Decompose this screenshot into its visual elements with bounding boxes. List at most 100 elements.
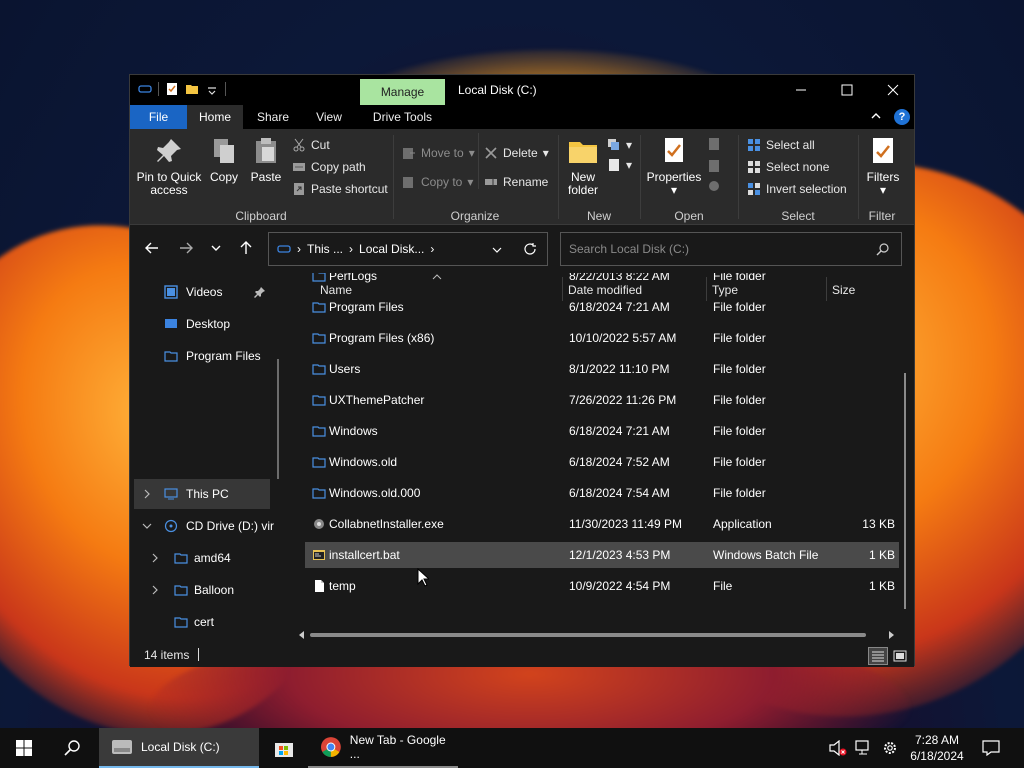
taskbar-file-explorer[interactable]: Local Disk (C:) xyxy=(99,728,259,768)
taskbar-store[interactable] xyxy=(262,728,306,768)
breadcrumb-this-pc[interactable]: This ... xyxy=(307,242,343,256)
select-all-button[interactable]: Select all xyxy=(747,135,815,155)
copy-button[interactable]: Copy xyxy=(206,135,242,184)
network-button[interactable] xyxy=(852,728,876,768)
address-dropdown-icon[interactable] xyxy=(491,244,503,256)
copy-path-button[interactable]: Copy path xyxy=(292,157,366,177)
forward-arrow-icon[interactable] xyxy=(178,240,194,256)
windows-logo-icon xyxy=(16,740,32,756)
scroll-left-icon[interactable] xyxy=(298,631,306,639)
file-row[interactable]: Users 8/1/2022 11:10 PM File folder xyxy=(305,356,899,382)
tab-view[interactable]: View xyxy=(306,105,352,129)
nav-pane-scrollbar[interactable] xyxy=(277,359,279,479)
minimize-button[interactable] xyxy=(778,75,824,105)
taskbar-chrome[interactable]: New Tab - Google ... xyxy=(308,728,458,768)
close-button[interactable] xyxy=(870,75,916,105)
chevron-right-icon[interactable] xyxy=(142,489,152,499)
file-list-vertical-scrollbar[interactable] xyxy=(904,373,906,609)
file-type: File folder xyxy=(713,362,766,376)
details-view-button[interactable] xyxy=(868,647,888,665)
file-row[interactable]: temp 10/9/2022 4:54 PM File 1 KB xyxy=(305,573,899,599)
file-row[interactable]: Windows 6/18/2024 7:21 AM File folder xyxy=(305,418,899,444)
maximize-button[interactable] xyxy=(824,75,870,105)
rename-button[interactable]: Rename xyxy=(484,172,548,192)
tab-home[interactable]: Home xyxy=(187,105,243,129)
file-row[interactable]: installcert.bat 12/1/2023 4:53 PM Windows … xyxy=(305,542,899,568)
title-bar[interactable]: Manage Local Disk (C:) xyxy=(130,75,916,109)
drive-address-icon xyxy=(277,245,291,253)
notifications-button[interactable] xyxy=(978,728,1004,768)
tab-file[interactable]: File xyxy=(130,105,187,129)
history-icon[interactable] xyxy=(707,179,721,193)
pin-icon xyxy=(157,139,181,162)
new-item-button[interactable]: ▾ xyxy=(607,135,632,155)
nav-item-balloon[interactable]: Balloon xyxy=(134,575,270,605)
large-icons-view-button[interactable] xyxy=(890,647,910,665)
nav-item-program-files[interactable]: Program Files xyxy=(134,341,270,371)
file-name: Program Files xyxy=(329,300,404,314)
select-none-button[interactable]: Select none xyxy=(747,157,829,177)
nav-item-amd64[interactable]: amd64 xyxy=(134,543,270,573)
nav-item-videos[interactable]: Videos xyxy=(134,277,270,307)
address-bar[interactable]: › This ... › Local Disk... › xyxy=(268,232,548,266)
open-icon[interactable] xyxy=(707,137,721,151)
nav-item-this-pc[interactable]: This PC xyxy=(134,479,270,509)
scissors-icon xyxy=(293,138,305,152)
properties-button[interactable]: Properties ▾ xyxy=(645,135,703,197)
pin-to-quick-access-button[interactable]: Pin to Quick access xyxy=(136,135,202,197)
back-arrow-icon[interactable] xyxy=(144,240,160,256)
taskbar-explorer-label: Local Disk (C:) xyxy=(141,740,220,754)
new-folder-qat-icon[interactable] xyxy=(185,82,199,96)
refresh-icon[interactable] xyxy=(523,242,537,256)
file-row[interactable]: Windows.old.000 6/18/2024 7:54 AM File fol… xyxy=(305,480,899,506)
tab-share[interactable]: Share xyxy=(248,105,298,129)
help-button[interactable]: ? xyxy=(894,109,910,125)
chevron-right-icon[interactable] xyxy=(150,553,160,563)
copy-to-button[interactable]: Copy to ▾ xyxy=(402,172,473,192)
nav-item-cert[interactable]: cert xyxy=(134,607,270,637)
collapse-ribbon-icon[interactable] xyxy=(870,110,882,122)
file-date: 6/18/2024 7:21 AM xyxy=(569,424,670,438)
chevron-down-icon[interactable] xyxy=(142,521,152,531)
nav-item-desktop[interactable]: Desktop xyxy=(134,309,270,339)
file-name: installcert.bat xyxy=(329,548,400,562)
file-row[interactable]: Program Files 6/18/2024 7:21 AM File folde… xyxy=(305,294,899,320)
edit-icon[interactable] xyxy=(707,159,721,173)
properties-icon xyxy=(665,138,683,162)
file-list-horizontal-scrollbar[interactable] xyxy=(298,629,898,641)
file-row[interactable]: UXThemePatcher 7/26/2022 11:26 PM File fol… xyxy=(305,387,899,413)
file-row[interactable]: Program Files (x86) 10/10/2022 5:57 AM Fil… xyxy=(305,325,899,351)
file-row[interactable]: CollabnetInstaller.exe 11/30/2023 11:49 P… xyxy=(305,511,899,537)
easy-access-button[interactable]: ▾ xyxy=(607,155,632,175)
nav-item-cd-drive[interactable]: CD Drive (D:) vir xyxy=(134,511,274,541)
file-row[interactable]: PerfLogs 8/22/2013 8:22 AM File folder xyxy=(305,273,899,289)
breadcrumb-local-disk[interactable]: Local Disk... xyxy=(359,242,424,256)
clock[interactable]: 7:28 AM 6/18/2024 xyxy=(906,732,968,764)
volume-muted-button[interactable] xyxy=(826,728,850,768)
customize-qat-icon[interactable] xyxy=(205,82,219,96)
up-arrow-icon[interactable] xyxy=(238,240,254,256)
filters-button[interactable]: Filters ▾ xyxy=(861,135,905,197)
recent-locations-chevron-icon[interactable] xyxy=(210,240,222,256)
move-to-button[interactable]: Move to ▾ xyxy=(402,143,475,163)
search-input[interactable]: Search Local Disk (C:) xyxy=(560,232,902,266)
chevron-right-icon[interactable] xyxy=(150,585,160,595)
new-folder-button[interactable]: New folder xyxy=(565,135,601,197)
file-row[interactable]: Windows.old 6/18/2024 7:52 AM File folder xyxy=(305,449,899,475)
file-type: File folder xyxy=(713,424,766,438)
properties-qat-icon[interactable] xyxy=(165,82,179,96)
invert-selection-button[interactable]: Invert selection xyxy=(747,179,847,199)
taskbar-search-button[interactable] xyxy=(48,728,96,768)
paste-shortcut-button[interactable]: Paste shortcut xyxy=(292,179,388,199)
network-icon xyxy=(855,740,869,755)
delete-button[interactable]: Delete ▾ xyxy=(484,143,549,163)
paste-button[interactable]: Paste xyxy=(246,135,286,184)
horizontal-scroll-thumb[interactable] xyxy=(310,633,866,637)
scroll-right-icon[interactable] xyxy=(887,631,895,639)
status-bar: 14 items xyxy=(130,643,914,667)
tab-drive-tools[interactable]: Drive Tools xyxy=(360,105,445,129)
start-button[interactable] xyxy=(0,728,48,768)
settings-button[interactable] xyxy=(878,728,902,768)
cut-button[interactable]: Cut xyxy=(292,135,330,155)
folder-icon xyxy=(164,351,178,362)
